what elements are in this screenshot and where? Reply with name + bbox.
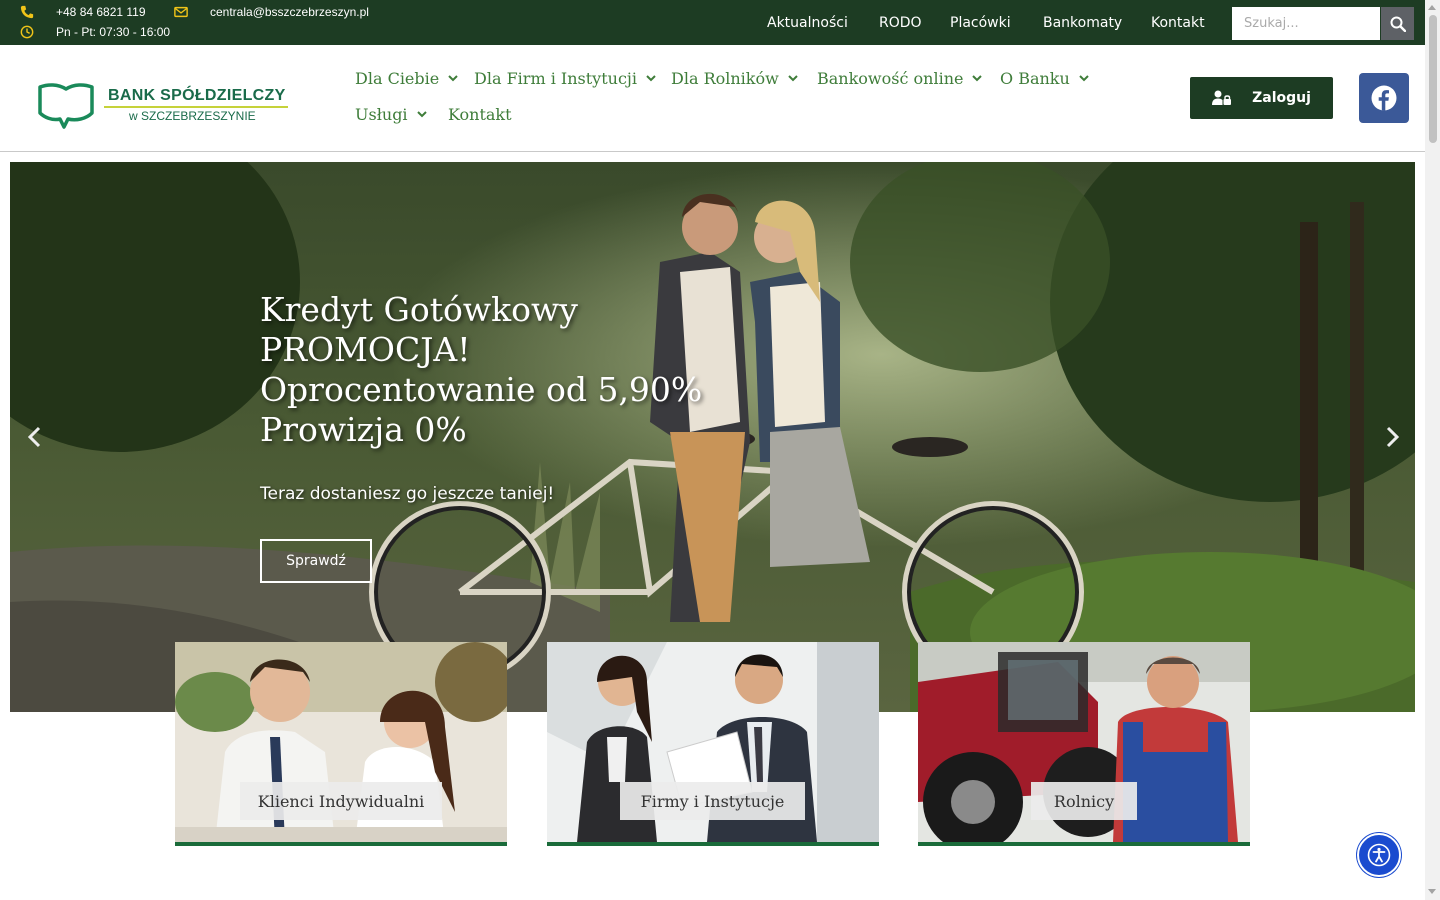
top-nav-link[interactable]: RODO [879, 15, 922, 31]
chevron-down-icon [1079, 75, 1089, 82]
hero-slider: Kredyt Gotówkowy PROMOCJA! Oprocentowani… [10, 162, 1415, 712]
nav-item-bankowosc-online[interactable]: Bankowość online [817, 69, 983, 88]
nav-label: Dla Firm i Instytucji [474, 69, 637, 88]
search-button[interactable] [1381, 7, 1414, 40]
opening-hours: Pn - Pt: 07:30 - 16:00 [20, 25, 170, 39]
chevron-down-icon [646, 75, 656, 82]
hero-title: Kredyt Gotówkowy PROMOCJA! Oprocentowani… [260, 290, 820, 450]
phone-icon [20, 5, 34, 19]
hero-title-line: Prowizja 0% [260, 410, 467, 449]
clock-icon [20, 25, 34, 39]
scroll-down-arrow-icon[interactable] [1428, 889, 1436, 894]
facebook-button[interactable] [1359, 73, 1409, 123]
chevron-down-icon [448, 75, 458, 82]
phone-contact[interactable]: +48 84 6821 119 [20, 5, 146, 19]
nav-label: Dla Rolników [671, 69, 779, 88]
page-scrollbar[interactable] [1425, 0, 1440, 900]
nav-label: O Banku [1000, 69, 1070, 88]
search-icon [1390, 16, 1406, 32]
top-nav-link[interactable]: Bankomaty [1043, 15, 1122, 31]
card-klienci-indywidualni[interactable]: Klienci Indywidualni [175, 642, 507, 846]
main-header: BANK SPÓŁDZIELCZY w SZCZEBRZESZYNIE Dla … [0, 45, 1425, 152]
logo-title: BANK SPÓŁDZIELCZY [108, 87, 286, 104]
scrollbar-thumb[interactable] [1429, 15, 1437, 143]
nav-label: Dla Ciebie [355, 69, 440, 88]
envelope-icon [174, 5, 188, 19]
top-nav-link[interactable]: Kontakt [1151, 15, 1205, 31]
top-nav-rodo[interactable]: RODO [879, 0, 922, 45]
login-label: Zaloguj [1252, 90, 1311, 106]
nav-item-kontakt[interactable]: Kontakt [448, 105, 512, 124]
nav-label: Bankowość online [817, 69, 964, 88]
nav-item-dla-rolnikow[interactable]: Dla Rolników [671, 69, 798, 88]
nav-item-o-banku[interactable]: O Banku [1000, 69, 1089, 88]
top-nav-link[interactable]: Aktualności [767, 15, 848, 31]
card-firmy-instytucje[interactable]: Firmy i Instytucje [547, 642, 879, 846]
nav-item-uslugi[interactable]: Usługi [355, 105, 427, 124]
nav-label: Usługi [355, 105, 408, 124]
hero-title-line: PROMOCJA! [260, 330, 471, 369]
nav-item-dla-ciebie[interactable]: Dla Ciebie [355, 69, 458, 88]
top-nav-placowki[interactable]: Placówki [950, 0, 1011, 45]
hours-text: Pn - Pt: 07:30 - 16:00 [56, 25, 171, 39]
bank-logo[interactable]: BANK SPÓŁDZIELCZY w SZCZEBRZESZYNIE [36, 81, 288, 129]
logo-divider [104, 106, 288, 108]
chevron-down-icon [416, 111, 427, 118]
card-label: Firmy i Instytucje [620, 782, 805, 820]
chevron-left-icon [27, 426, 41, 448]
logo-subtitle: w SZCZEBRZESZYNIE [129, 109, 256, 123]
hero-title-line: Kredyt Gotówkowy [260, 290, 578, 329]
search-input[interactable] [1232, 7, 1380, 40]
top-nav-aktualnosci[interactable]: Aktualności [767, 0, 848, 45]
hero-subtitle: Teraz dostaniesz go jeszcze taniej! [260, 484, 555, 504]
card-label: Klienci Indywidualni [240, 782, 442, 820]
scroll-up-arrow-icon[interactable] [1428, 5, 1436, 10]
logo-emblem-icon [38, 83, 94, 129]
card-label: Rolnicy [1031, 782, 1137, 820]
slider-prev-button[interactable] [25, 426, 45, 448]
user-lock-icon [1212, 90, 1232, 105]
email-contact[interactable]: centrala@bsszczebrzeszyn.pl [174, 5, 369, 19]
accessibility-icon [1367, 843, 1391, 867]
nav-label: Kontakt [448, 105, 512, 124]
phone-number: +48 84 6821 119 [56, 5, 146, 19]
top-nav-link[interactable]: Placówki [950, 15, 1011, 31]
hero-cta-button[interactable]: Sprawdź [260, 539, 372, 583]
chevron-down-icon [788, 75, 798, 82]
email-address: centrala@bsszczebrzeszyn.pl [210, 5, 369, 19]
chevron-right-icon [1386, 426, 1400, 448]
card-rolnicy[interactable]: Rolnicy [918, 642, 1250, 846]
top-nav-bankomaty[interactable]: Bankomaty [1043, 0, 1122, 45]
accessibility-button[interactable] [1357, 833, 1401, 877]
slider-next-button[interactable] [1382, 426, 1402, 448]
nav-item-dla-firm[interactable]: Dla Firm i Instytucji [474, 69, 656, 88]
top-bar: +48 84 6821 119 centrala@bsszczebrzeszyn… [0, 0, 1425, 45]
chevron-down-icon [972, 75, 983, 82]
facebook-icon [1371, 85, 1397, 111]
login-button[interactable]: Zaloguj [1190, 77, 1333, 119]
hero-title-line: Oprocentowanie od 5,90% [260, 370, 703, 409]
top-nav-kontakt[interactable]: Kontakt [1151, 0, 1205, 45]
